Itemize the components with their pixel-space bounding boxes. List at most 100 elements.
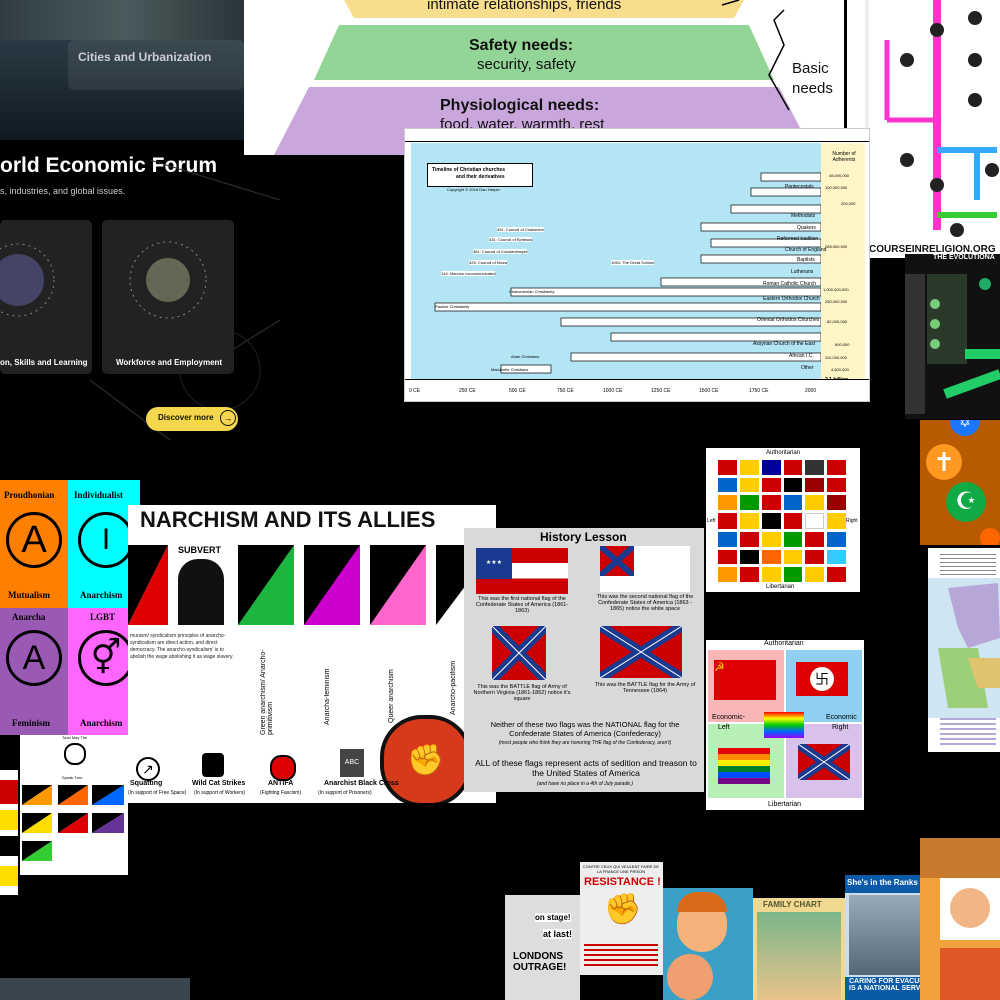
adherents-6: 250,000,000 xyxy=(825,299,848,304)
poster2-title: RESISTANCE ! xyxy=(584,876,661,888)
crescent-icon: ☪ xyxy=(946,482,986,522)
wildcat-icon xyxy=(202,753,224,777)
lgbt-bottom: Anarchism xyxy=(80,718,123,728)
flaggrid-right: Right xyxy=(846,518,858,524)
family-chart-title: FAMILY CHART xyxy=(763,900,822,909)
orange-disc-icon xyxy=(980,528,1000,545)
forest-image xyxy=(0,0,244,40)
poster-children xyxy=(663,888,753,1000)
adherents-3: 200,000 xyxy=(841,201,856,206)
event-ephesus: 431: Council of Ephesus xyxy=(489,237,533,242)
axis-tick: 1750 CE xyxy=(749,388,769,394)
event-marcionite: Marcionite Christians xyxy=(491,367,529,372)
poster-retro xyxy=(920,838,1000,1000)
lgbt-icon: ⚥ xyxy=(78,630,134,686)
radial-icon xyxy=(0,243,55,317)
phys-title: Physiological needs: xyxy=(440,97,600,114)
event-schism: 1054: The Great Schism xyxy=(611,260,655,265)
branch-reformed: Reformed tradition xyxy=(777,236,819,242)
small-flags xyxy=(22,785,124,861)
mutualism-top: Proudhonian xyxy=(4,490,55,500)
evo-branches xyxy=(905,274,1000,414)
branch-eoc: Eastern Orthodox Church xyxy=(763,296,820,302)
card-workforce-label: Workforce and Employment xyxy=(116,358,223,367)
vertical-green: Green anarchism/ Anarcho-primitivism xyxy=(260,649,274,735)
poster1-text-c: LONDONS OUTRAGE! xyxy=(513,951,567,973)
event-constantinople: 381: Council of Constantinople xyxy=(473,249,528,254)
card-education[interactable]: on, Skills and Learning xyxy=(0,220,92,374)
compass-left-1: Economic- xyxy=(712,714,746,721)
arrow-right-icon: → xyxy=(220,410,236,426)
branch-ace: Assyrian Church of the East xyxy=(753,341,815,347)
battle-flag-tennessee xyxy=(597,621,685,683)
cities-thumbnail[interactable]: Cities and Urbanization xyxy=(0,0,244,140)
abc-icon: ABC xyxy=(340,749,364,777)
compass-right-1: Economic xyxy=(826,714,857,721)
compass-right-2: Right xyxy=(832,724,849,731)
poster-family-chart: FAMILY CHART xyxy=(753,898,845,1000)
map-land xyxy=(928,578,1000,718)
cities-label: Cities and Urbanization xyxy=(78,50,212,64)
paragraph-2: ALL of these flags represent acts of sed… xyxy=(475,758,697,778)
ussr-flag: ☭ xyxy=(714,660,776,700)
wef-panel: orld Economic Forum s, industries, and g… xyxy=(0,140,280,440)
timeline-axis-bottom: 0 CE 250 CE 500 CE 750 CE 1000 CE 1250 C… xyxy=(405,379,869,401)
hair xyxy=(677,892,727,912)
flaggrid-bottom: Libertarian xyxy=(766,584,795,590)
smallflags-title: Todd May The xyxy=(62,735,88,740)
vertical-queer: Queer anarchism xyxy=(388,669,395,723)
event-chalcedon: 451: Council of Chalcedon xyxy=(497,227,544,232)
individualist-bottom: Anarchism xyxy=(80,590,123,600)
center-flag xyxy=(764,712,804,738)
label-antifa: ANTIFA xyxy=(268,780,294,787)
cross-icon: ✝ xyxy=(926,444,962,480)
discover-more-button[interactable]: Discover more → xyxy=(146,407,238,431)
map-header-text xyxy=(940,554,996,578)
first-national-flag: ★★★ xyxy=(476,548,568,594)
sub-abc: (In support of Prisoners) xyxy=(318,790,372,796)
star-of-david-icon: ✡ xyxy=(950,420,980,436)
smallflags-sub: Speak Tree xyxy=(62,775,83,780)
event-nicea: 325: Council of Nicea xyxy=(469,260,508,265)
ideology-flags-grid: Authoritarian Libertarian Left Right xyxy=(706,448,860,592)
antifa-icon xyxy=(270,755,296,781)
basic-label: Basic xyxy=(792,60,829,77)
child-face-2 xyxy=(667,954,713,1000)
fist-badge: ✊ xyxy=(380,715,472,803)
cities-card[interactable] xyxy=(68,40,244,90)
event-pauline: Pauline Christianity xyxy=(435,304,470,309)
rainbow-flag xyxy=(718,748,770,784)
event-marcion: 144: Marcion excommunicated xyxy=(441,271,496,276)
branch-methodists: Methodists xyxy=(791,213,816,219)
adherents-10: 4,500,000 xyxy=(831,367,849,372)
mutualism-bottom: Mutualism xyxy=(8,590,51,600)
safety-sub: security, safety xyxy=(477,56,576,73)
vertical-feminism: Anarcha-feminism xyxy=(324,668,331,725)
caption-third: This was the BATTLE flag of Army of Nort… xyxy=(473,684,571,702)
poster2-footer xyxy=(584,944,658,968)
squatting-icon: ↗ xyxy=(136,757,160,781)
poster1-text-a: on stage! xyxy=(535,913,571,922)
caption-fourth: This was the BATTLE flag for the Army of… xyxy=(594,682,696,694)
allies-body-text: munism/ syndicalism principles of anarch… xyxy=(130,633,234,660)
history-lesson-poster: History Lesson ★★★ This was the first na… xyxy=(464,528,704,792)
poster2-text-a: CONTRE CEUX QUI VEULENT FAIRE DE LA FRAN… xyxy=(582,864,660,874)
card-education-label: on, Skills and Learning xyxy=(0,358,88,367)
branch-coe: Church of England xyxy=(785,247,827,253)
battle-flag-square xyxy=(488,622,550,684)
axis-tick: 1000 CE xyxy=(603,388,623,394)
card-workforce[interactable]: Workforce and Employment xyxy=(102,220,234,374)
small-flags-grid: Todd May The Speak Tree xyxy=(20,735,128,875)
axis-tick: 500 CE xyxy=(509,388,526,394)
event-chalcedonian: Chalcedonian Christianity xyxy=(509,289,555,294)
adherents-4: 285,000,000 xyxy=(825,244,848,249)
axis-tick: 250 CE xyxy=(459,388,476,394)
subvert-poster: SUBVERT xyxy=(172,545,234,629)
branch-ooc: Oriental Orthodox Churches xyxy=(757,317,820,323)
needs-label: needs xyxy=(792,80,833,97)
adherents-8: 600,000 xyxy=(835,342,850,347)
vertical-pacifism: Anarcho-pacifism xyxy=(450,660,457,715)
adherents-header: Number of Adherents xyxy=(832,151,856,163)
paragraph-2-sub: (and have no place in a 4th of July para… xyxy=(536,781,634,787)
axis-tick: 2000 xyxy=(805,388,817,394)
